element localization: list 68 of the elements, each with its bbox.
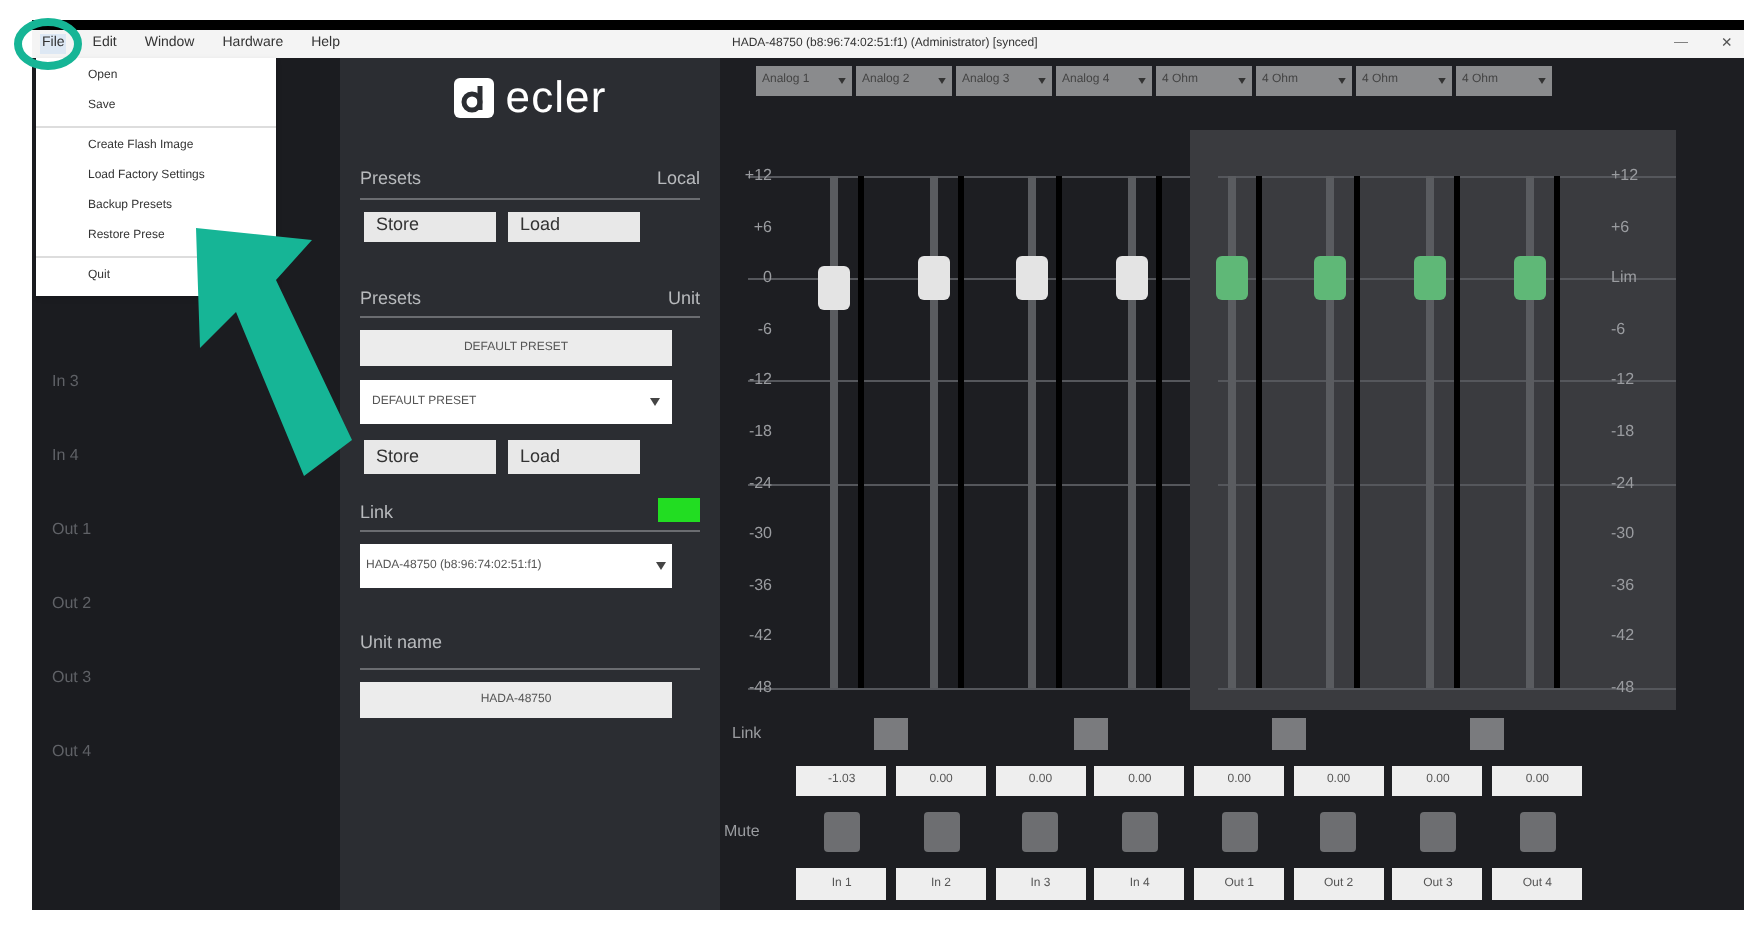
scale-label: -48 xyxy=(748,675,772,700)
scale-label: Lim xyxy=(1611,266,1637,291)
mute-toggle[interactable] xyxy=(1419,812,1456,852)
caret-icon xyxy=(1238,78,1246,84)
logo-text: ecler xyxy=(505,76,607,120)
preset-button[interactable]: Store xyxy=(364,211,496,241)
scale-label: -36 xyxy=(748,573,772,598)
fader-thumb[interactable] xyxy=(1414,256,1447,301)
section-scope: Local xyxy=(656,166,700,192)
fader-thumb[interactable] xyxy=(1215,256,1248,301)
scale-label: -30 xyxy=(1611,522,1635,547)
scale-label: +6 xyxy=(1611,215,1630,240)
fader-thumb[interactable] xyxy=(818,265,850,310)
fader-thumb[interactable] xyxy=(1016,256,1049,301)
fader-thumb[interactable] xyxy=(1314,256,1347,301)
caret-icon xyxy=(1338,78,1346,84)
caret-icon xyxy=(650,398,660,406)
link-toggle[interactable] xyxy=(1470,718,1505,750)
scale-label: -24 xyxy=(1611,471,1635,496)
mute-toggle[interactable] xyxy=(1519,812,1556,852)
link-toggle[interactable] xyxy=(874,718,909,750)
section-title: Presets xyxy=(360,166,422,192)
logo-icon xyxy=(453,78,494,118)
scale-label: -36 xyxy=(1611,573,1635,598)
preset-button[interactable]: Load xyxy=(508,211,640,241)
preset-button[interactable]: Load xyxy=(508,440,640,474)
scale-label: -18 xyxy=(748,419,772,444)
section-title: Presets xyxy=(360,285,422,311)
caret-icon xyxy=(938,78,946,84)
scale-label: +6 xyxy=(753,215,772,240)
mute-toggle[interactable] xyxy=(1121,812,1158,852)
scale-label: +12 xyxy=(1611,164,1639,188)
scale-label: -18 xyxy=(1611,419,1635,444)
row-label: Link xyxy=(730,722,764,746)
caret-icon xyxy=(1538,78,1546,84)
link-toggle[interactable] xyxy=(1073,718,1108,750)
fader-thumb[interactable] xyxy=(917,256,950,301)
close-button[interactable]: × xyxy=(1721,30,1732,58)
preset-button[interactable]: Store xyxy=(364,440,496,474)
scale-label: +12 xyxy=(744,164,772,188)
caret-icon xyxy=(1438,78,1446,84)
scale-label: 0 xyxy=(763,266,772,291)
mute-toggle[interactable] xyxy=(923,812,960,852)
scale-label: -6 xyxy=(1611,317,1626,342)
section-title: Link xyxy=(360,499,394,525)
scale-label: -30 xyxy=(748,522,772,547)
fader-thumb[interactable] xyxy=(1513,256,1546,301)
annotation-ring xyxy=(12,16,84,72)
scale-label: -24 xyxy=(748,471,772,496)
scale-label: -12 xyxy=(1611,368,1635,393)
caret-icon xyxy=(656,562,666,570)
mute-toggle[interactable] xyxy=(1320,812,1357,852)
caret-icon xyxy=(1138,78,1146,84)
row-label: Mute xyxy=(722,820,762,844)
mute-toggle[interactable] xyxy=(1022,812,1059,852)
link-toggle[interactable] xyxy=(1271,718,1306,750)
mute-toggle[interactable] xyxy=(823,812,860,852)
scale-label: -48 xyxy=(1611,675,1635,700)
scale-label: -12 xyxy=(748,368,772,393)
mute-toggle[interactable] xyxy=(1221,812,1258,852)
scale-label: -42 xyxy=(1611,624,1635,649)
caret-icon xyxy=(838,78,846,84)
scale-label: -6 xyxy=(757,317,772,342)
scale-label: -42 xyxy=(748,624,772,649)
section-title: Unit name xyxy=(360,632,443,652)
caret-icon xyxy=(1038,78,1046,84)
fader-thumb[interactable] xyxy=(1116,256,1149,301)
section-scope: Unit xyxy=(667,285,700,311)
